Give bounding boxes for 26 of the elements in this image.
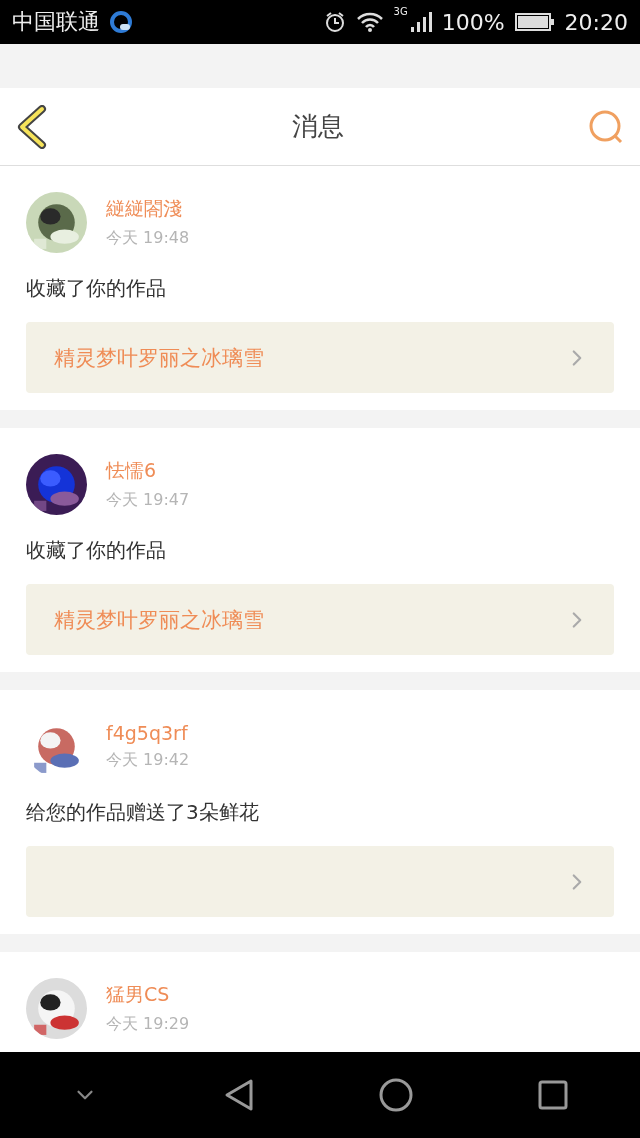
message-text: 收藏了你的作品 [26, 275, 167, 302]
signal-icon [409, 11, 432, 33]
message-time: 今天 19:29 [106, 1014, 190, 1035]
message-text: 收藏了你的作品 [26, 537, 167, 564]
wifi-icon [355, 11, 384, 33]
message-time: 今天 19:42 [106, 750, 190, 771]
clock: 20:20 [564, 9, 628, 35]
message-text: 给您的作品赠送了3朵鲜花 [26, 799, 260, 826]
home-icon[interactable] [379, 1078, 414, 1112]
user-name[interactable]: 怯懦6 [106, 458, 190, 484]
carrier-name: 中国联通 [12, 8, 100, 36]
work-link[interactable]: 精灵梦叶罗丽之冰璃雪 [26, 322, 614, 393]
message-time: 今天 19:48 [106, 228, 190, 249]
user-name[interactable]: 猛男CS [106, 982, 190, 1008]
user-name[interactable]: f4g5q3rf [106, 722, 190, 744]
battery-percent: 100% [441, 9, 505, 35]
network-type: 3G [393, 6, 408, 17]
battery-icon [514, 12, 555, 32]
user-name[interactable]: 縌縌閤淺 [106, 196, 190, 222]
recents-icon[interactable] [537, 1080, 568, 1110]
app-icon [110, 11, 132, 33]
message-time: 今天 19:47 [106, 490, 190, 511]
work-link[interactable]: 精灵梦叶罗丽之冰璃雪 [26, 584, 614, 655]
back-icon[interactable] [16, 104, 48, 149]
alarm-icon [323, 11, 346, 33]
page-title: 消息 [292, 110, 344, 143]
